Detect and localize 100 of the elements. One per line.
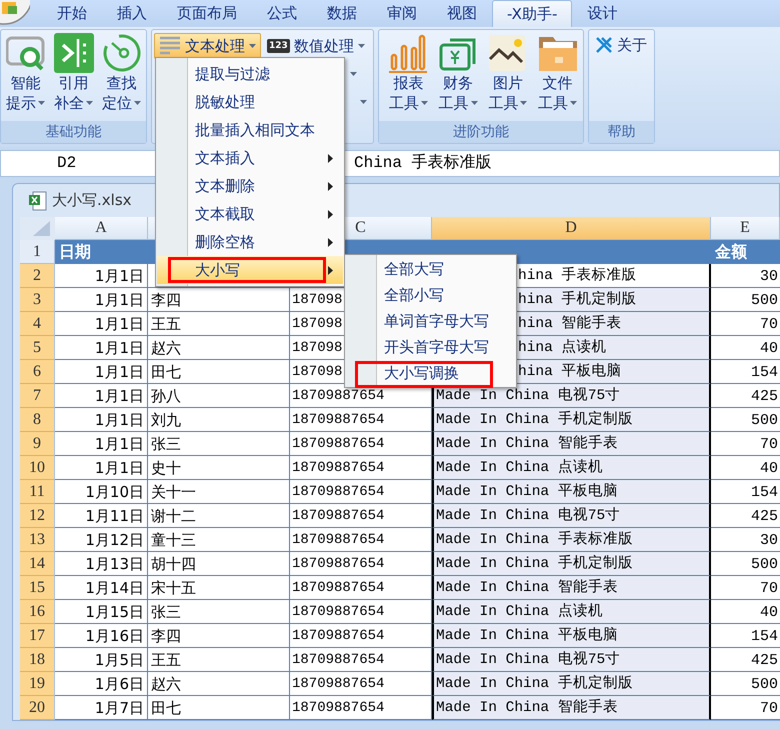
ribbon-button[interactable]: 123 数值处理 <box>263 34 369 58</box>
arrow-icon <box>328 238 333 246</box>
row-header[interactable]: 17 <box>20 624 55 648</box>
row-header[interactable]: 14 <box>20 552 55 576</box>
table-cell: 李四 <box>148 288 290 312</box>
ribbon-tab[interactable]: 页面布局 <box>162 0 252 27</box>
caret-icon <box>249 44 256 48</box>
row-header[interactable]: 9 <box>20 432 55 456</box>
table-cell: 张三 <box>148 600 290 624</box>
table-cell: 30 <box>711 528 780 552</box>
header-cell: 金额 <box>711 240 780 264</box>
table-cell: Made In China 手机定制版 <box>432 552 711 576</box>
ribbon-button[interactable]: 财务 工具 <box>434 33 482 113</box>
row-header[interactable]: 1 <box>20 240 55 264</box>
row-header[interactable]: 10 <box>20 456 55 480</box>
table-cell: Made In China 智能手表 <box>432 432 711 456</box>
row-header[interactable]: 16 <box>20 600 55 624</box>
table-cell: Made In China 平板电脑 <box>432 624 711 648</box>
table-cell: 30 <box>711 264 780 288</box>
table-cell: Made In China 手表标准版 <box>432 528 711 552</box>
ribbon-tab[interactable]: 插入 <box>102 0 162 27</box>
about-button[interactable]: 关于 <box>591 33 651 57</box>
ribbon-button[interactable]: 引用 补全 <box>51 33 96 113</box>
table-cell: 18709887654 <box>290 600 432 624</box>
ribbon-tab[interactable]: 设计 <box>572 0 632 27</box>
row-header[interactable]: 12 <box>20 504 55 528</box>
table-cell: 154 <box>711 624 780 648</box>
table-cell: 1月10日 <box>55 480 148 504</box>
table-cell: 18709887654 <box>290 456 432 480</box>
caret-icon <box>570 101 578 105</box>
table-cell: Made In China 手机定制版 <box>432 408 711 432</box>
row-header[interactable]: 19 <box>20 672 55 696</box>
table-cell: Made In China 电视75寸 <box>432 384 711 408</box>
menu-item[interactable]: 大小写 <box>157 256 343 284</box>
table-cell: 孙八 <box>148 384 290 408</box>
ribbon-button[interactable]: 文件 工具 <box>534 33 581 113</box>
row-header[interactable]: 18 <box>20 648 55 672</box>
x-logo-icon <box>595 36 613 54</box>
row-header[interactable]: 6 <box>20 360 55 384</box>
table-cell: 1月16日 <box>55 624 148 648</box>
table-cell: 赵六 <box>148 336 290 360</box>
caret-icon <box>134 101 141 105</box>
row-header[interactable]: 15 <box>20 576 55 600</box>
row-header[interactable]: 5 <box>20 336 55 360</box>
table-cell: Made In China 点读机 <box>432 600 711 624</box>
ribbon-button[interactable]: 查找 定位 <box>99 33 144 113</box>
row-header[interactable]: 4 <box>20 312 55 336</box>
ribbon-button[interactable]: 报表 工具 <box>385 33 432 113</box>
arrow-icon <box>328 182 333 190</box>
group-label: 帮助 <box>589 121 654 143</box>
table-cell: 154 <box>711 360 780 384</box>
table-cell: 1月12日 <box>55 528 148 552</box>
column-header[interactable]: A <box>55 217 148 240</box>
row-header[interactable]: 13 <box>20 528 55 552</box>
arrow-icon <box>328 210 333 218</box>
ribbon-tab[interactable]: 开始 <box>42 0 102 27</box>
menu-item[interactable]: 批量插入相同文本 <box>157 116 343 144</box>
table-cell: 关十一 <box>148 480 290 504</box>
ribbon-tab[interactable]: 视图 <box>432 0 492 27</box>
table-cell: 宋十五 <box>148 576 290 600</box>
row-header[interactable]: 2 <box>20 264 55 288</box>
table-cell: 425 <box>711 648 780 672</box>
table-cell: 18709887654 <box>290 504 432 528</box>
caret-icon <box>38 101 45 105</box>
row-header[interactable]: 20 <box>20 696 55 720</box>
table-cell: 1月1日 <box>55 432 148 456</box>
table-cell: 1月1日 <box>55 336 148 360</box>
table-cell: 40 <box>711 600 780 624</box>
ribbon-tab[interactable]: 数据 <box>312 0 372 27</box>
table-cell: 154 <box>711 480 780 504</box>
column-header[interactable]: D <box>432 217 711 240</box>
group-label: 基础功能 <box>1 121 146 143</box>
table-cell: 谢十二 <box>148 504 290 528</box>
header-cell: 日期 <box>55 240 148 264</box>
table-cell: 40 <box>711 336 780 360</box>
menu-item[interactable]: 提取与过滤 <box>157 60 343 88</box>
ribbon-button[interactable]: 文本处理 <box>154 33 261 59</box>
row-header[interactable]: 11 <box>20 480 55 504</box>
office-button[interactable] <box>0 0 30 27</box>
ribbon-button[interactable]: 图片 工具 <box>484 33 532 113</box>
caret-icon <box>520 101 528 105</box>
table-cell: 1月13日 <box>55 552 148 576</box>
table-cell: Made In China 电视75寸 <box>432 504 711 528</box>
ribbon-tab[interactable]: -X助手- <box>492 0 572 27</box>
column-header[interactable]: E <box>711 217 780 240</box>
table-cell: 田七 <box>148 696 290 720</box>
menu-item[interactable]: 脱敏处理 <box>157 88 343 116</box>
row-header[interactable]: 3 <box>20 288 55 312</box>
dial-icon <box>102 33 142 73</box>
table-cell: 70 <box>711 696 780 720</box>
table-cell: 1月15日 <box>55 600 148 624</box>
table-cell: 1月1日 <box>55 456 148 480</box>
table-cell: 70 <box>711 576 780 600</box>
table-cell: 425 <box>711 504 780 528</box>
row-header[interactable]: 8 <box>20 408 55 432</box>
ribbon-tab[interactable]: 审阅 <box>372 0 432 27</box>
ribbon-button[interactable]: 智能 提示 <box>3 33 48 113</box>
row-header[interactable]: 7 <box>20 384 55 408</box>
table-cell: 500 <box>711 408 780 432</box>
ribbon-tab[interactable]: 公式 <box>252 0 312 27</box>
